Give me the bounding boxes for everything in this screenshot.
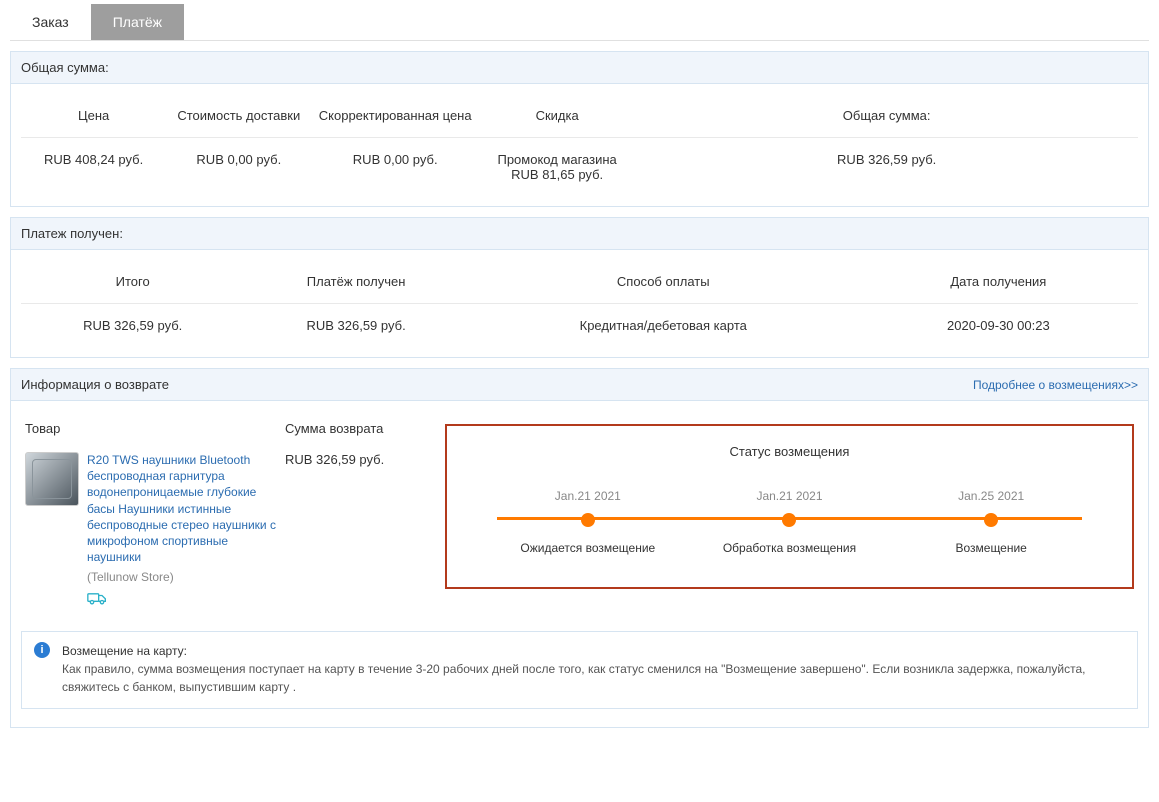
refund-info-line1: Возмещение на карту:	[62, 644, 187, 658]
summary-discount: Промокод магазина RUB 81,65 руб.	[479, 138, 635, 189]
refund-step-date: Jan.21 2021	[555, 489, 621, 503]
refund-product-cell: R20 TWS наушники Bluetooth беспроводная …	[25, 452, 285, 611]
refund-step-pending: Jan.21 2021 Ожидается возмещение	[487, 489, 689, 555]
step-dot-icon	[581, 513, 595, 527]
step-dot-icon	[782, 513, 796, 527]
received-table: Итого Платёж получен Способ оплаты Дата …	[21, 264, 1138, 339]
summary-col-discount: Скидка	[479, 98, 635, 138]
refund-step-processing: Jan.21 2021 Обработка возмещения	[689, 489, 891, 555]
summary-shipping: RUB 0,00 руб.	[166, 138, 311, 189]
refund-step-date: Jan.25 2021	[958, 489, 1024, 503]
refund-amount: RUB 326,59 руб.	[285, 452, 445, 611]
refund-step-label: Обработка возмещения	[723, 541, 856, 555]
panel-refund-title: Информация о возврате	[21, 377, 169, 392]
step-dot-icon	[984, 513, 998, 527]
summary-adjusted: RUB 0,00 руб.	[311, 138, 479, 189]
summary-col-price: Цена	[21, 98, 166, 138]
refund-step-label: Возмещение	[955, 541, 1026, 555]
refund-col-product: Товар	[25, 421, 285, 436]
product-thumbnail[interactable]	[25, 452, 79, 506]
received-total: RUB 326,59 руб.	[21, 304, 244, 340]
summary-discount-value: RUB 81,65 руб.	[485, 167, 629, 182]
received-col-received: Платёж получен	[244, 264, 467, 304]
tab-order[interactable]: Заказ	[10, 4, 91, 40]
summary-col-total: Общая сумма:	[635, 98, 1138, 138]
refund-steps: Jan.21 2021 Ожидается возмещение Jan.21 …	[477, 489, 1102, 555]
refund-status-box: Статус возмещения Jan.21 2021 Ожидается …	[445, 424, 1134, 589]
panel-summary: Общая сумма: Цена Стоимость доставки Ско…	[10, 51, 1149, 207]
summary-discount-label: Промокод магазина	[485, 152, 629, 167]
refund-step-date: Jan.21 2021	[756, 489, 822, 503]
refund-status-title: Статус возмещения	[477, 444, 1102, 459]
received-col-date: Дата получения	[859, 264, 1138, 304]
card-number-masked	[190, 647, 280, 657]
refund-col-amount: Сумма возврата	[285, 421, 445, 436]
summary-price: RUB 408,24 руб.	[21, 138, 166, 189]
panel-refund-header: Информация о возврате Подробнее о возмещ…	[11, 369, 1148, 401]
summary-col-shipping: Стоимость доставки	[166, 98, 311, 138]
refund-info-box: i Возмещение на карту: Как правило, сумм…	[21, 631, 1138, 709]
received-date: 2020-09-30 00:23	[859, 304, 1138, 340]
refund-row: R20 TWS наушники Bluetooth беспроводная …	[21, 446, 1138, 615]
panel-summary-title: Общая сумма:	[21, 60, 109, 75]
received-col-method: Способ оплаты	[468, 264, 859, 304]
refund-info-line2: Как правило, сумма возмещения поступает …	[62, 660, 1125, 696]
refund-step-complete: Jan.25 2021 Возмещение	[890, 489, 1092, 555]
panel-summary-header: Общая сумма:	[11, 52, 1148, 84]
refund-step-label: Ожидается возмещение	[520, 541, 655, 555]
received-received: RUB 326,59 руб.	[244, 304, 467, 340]
summary-table: Цена Стоимость доставки Скорректированна…	[21, 98, 1138, 188]
received-col-total: Итого	[21, 264, 244, 304]
summary-col-adjusted: Скорректированная цена	[311, 98, 479, 138]
product-link[interactable]: R20 TWS наушники Bluetooth беспроводная …	[87, 452, 285, 565]
delivery-icon	[87, 590, 285, 612]
refund-more-link[interactable]: Подробнее о возмещениях>>	[973, 378, 1138, 392]
summary-total: RUB 326,59 руб.	[635, 138, 1138, 189]
panel-received-title: Платеж получен:	[21, 226, 123, 241]
store-name: (Tellunow Store)	[87, 569, 285, 585]
received-method: Кредитная/дебетовая карта	[468, 304, 859, 340]
tab-payment[interactable]: Платёж	[91, 4, 184, 40]
panel-refund: Информация о возврате Подробнее о возмещ…	[10, 368, 1149, 728]
tabs: Заказ Платёж	[10, 4, 1149, 41]
info-icon: i	[34, 642, 50, 658]
panel-received-header: Платеж получен:	[11, 218, 1148, 250]
panel-received: Платеж получен: Итого Платёж получен Спо…	[10, 217, 1149, 358]
